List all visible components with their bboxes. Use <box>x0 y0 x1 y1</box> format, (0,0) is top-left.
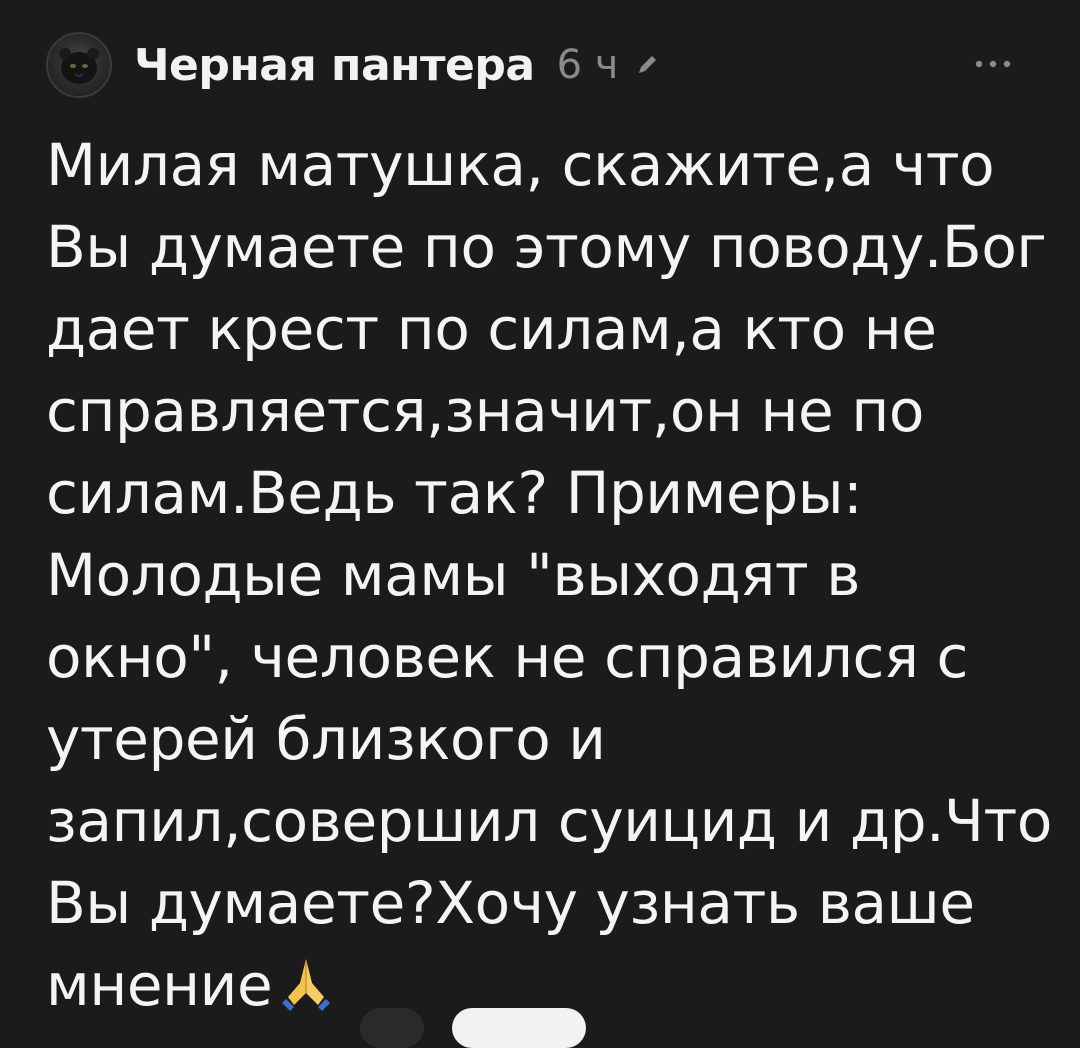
comment-line: справляется,значит,он не по <box>46 377 924 445</box>
comment-line: Вы думаете?Хочу узнать ваше <box>46 869 975 937</box>
ellipsis-icon <box>975 60 1011 68</box>
comment-text: Милая матушка, скажите,а что Вы думаете … <box>46 124 1052 1026</box>
comment-line: запил,совершил суицид и др.Что <box>46 787 1052 855</box>
comment-line: Молодые мамы "выходят в <box>46 541 861 609</box>
comment-card: Черная пантера 6 ч Милая матушка, скажит… <box>0 0 1080 1048</box>
comment-line: силам.Ведь так? Примеры: <box>46 459 863 527</box>
comment-header: Черная пантера 6 ч <box>46 32 660 98</box>
comment-line: дает крест по силам,а кто не <box>46 295 937 363</box>
more-options-button[interactable] <box>970 44 1016 84</box>
praying-hands-icon <box>276 952 336 1012</box>
comment-line: Милая матушка, скажите,а что <box>46 131 995 199</box>
comment-line: окно", человек не справился с <box>46 623 968 691</box>
post-time: 6 ч <box>556 42 619 88</box>
reply-button[interactable] <box>452 1008 586 1048</box>
comment-line: утерей близкого и <box>46 705 606 773</box>
avatar[interactable] <box>46 32 112 98</box>
panther-avatar-icon <box>59 48 99 84</box>
reaction-button[interactable] <box>360 1008 424 1048</box>
comment-line: Вы думаете по этому поводу.Бог <box>46 213 1047 281</box>
pencil-icon <box>634 52 660 78</box>
author-name[interactable]: Черная пантера <box>134 40 535 91</box>
reaction-bar <box>0 1008 1080 1048</box>
